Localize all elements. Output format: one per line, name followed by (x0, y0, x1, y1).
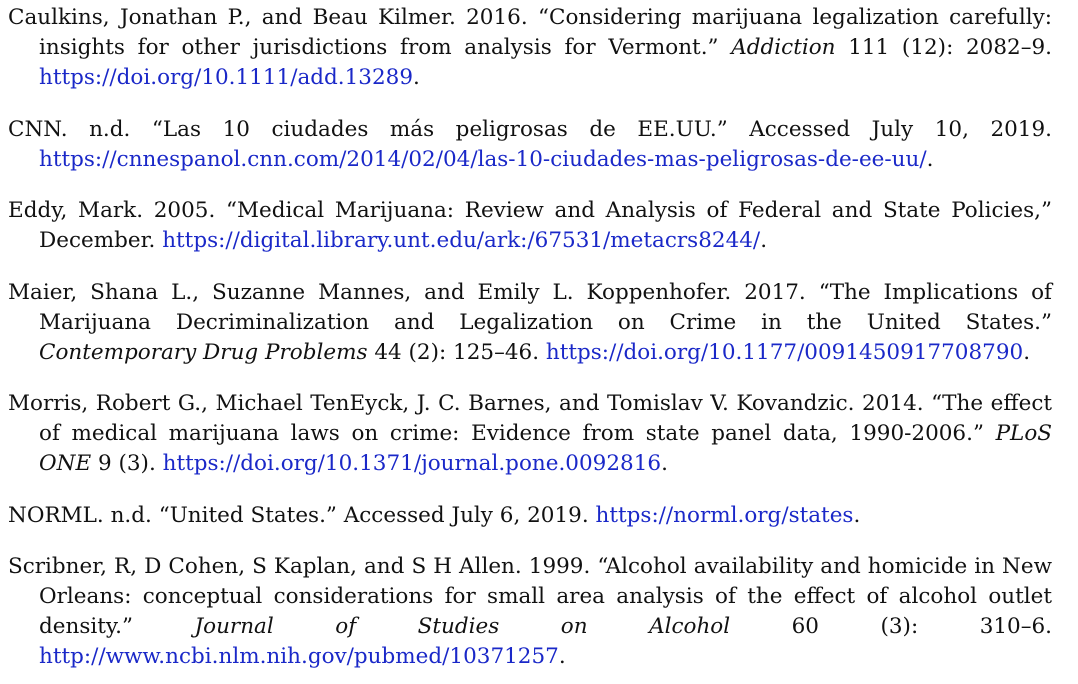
reference-details: 111 (12): 2082–9. (835, 35, 1052, 60)
reference-end: . (760, 228, 768, 253)
reference-end: . (1023, 339, 1031, 365)
reference-end: . (558, 644, 566, 669)
bibliography: Caulkins, Jonathan P., and Beau Kilmer. … (8, 0, 1052, 684)
reference-link[interactable]: https://norml.org/states (596, 503, 854, 528)
reference-link[interactable]: https://doi.org/10.1371/journal.pone.009… (163, 451, 661, 476)
reference-details: 44 (2): 125–46. (367, 339, 546, 365)
reference-link[interactable]: https://cnnespanol.cnn.com/2014/02/04/la… (39, 147, 927, 172)
reference-entry: Scribner, R, D Cohen, S Kaplan, and S H … (8, 552, 1052, 672)
reference-entry: Caulkins, Jonathan P., and Beau Kilmer. … (8, 3, 1052, 93)
reference-text: NORML. n.d. “United States.” Accessed Ju… (8, 502, 596, 528)
reference-entry: CNN. n.d. “Las 10 ciudades más peligrosa… (8, 115, 1052, 175)
reference-link[interactable]: https://digital.library.unt.edu/ark:/675… (162, 228, 760, 253)
reference-journal: Journal of Studies on Alcohol (194, 614, 731, 639)
reference-text: Maier, Shana L., Suzanne Mannes, and Emi… (8, 279, 1052, 335)
reference-details: 60 (3): 310–6. (730, 614, 1052, 639)
reference-text: CNN. n.d. “Las 10 ciudades más peligrosa… (8, 116, 1052, 142)
reference-entry: NORML. n.d. “United States.” Accessed Ju… (8, 501, 1052, 531)
reference-details: 9 (3). (91, 451, 163, 476)
reference-entry: Morris, Robert G., Michael TenEyck, J. C… (8, 389, 1052, 479)
reference-link[interactable]: https://doi.org/10.1111/add.13289 (39, 65, 413, 90)
reference-journal: Addiction (731, 35, 836, 60)
reference-journal: Contemporary Drug Problems (39, 339, 368, 365)
reference-link[interactable]: http://www.ncbi.nlm.nih.gov/pubmed/10371… (39, 644, 559, 669)
reference-end: . (926, 146, 934, 172)
reference-entry: Eddy, Mark. 2005. “Medical Marijuana: Re… (8, 196, 1052, 256)
reference-end: . (661, 451, 668, 476)
reference-end: . (853, 502, 861, 528)
reference-end: . (413, 65, 420, 90)
reference-link[interactable]: https://doi.org/10.1177/0091450917708790 (546, 340, 1023, 365)
reference-entry: Maier, Shana L., Suzanne Mannes, and Emi… (8, 278, 1052, 368)
reference-text: Morris, Robert G., Michael TenEyck, J. C… (8, 391, 1052, 446)
